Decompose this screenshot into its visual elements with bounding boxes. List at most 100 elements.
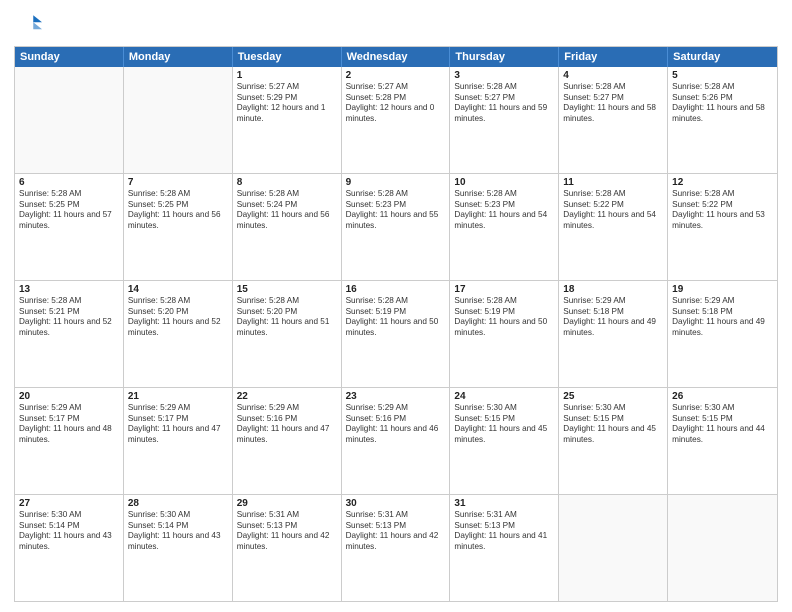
- calendar-cell: [124, 67, 233, 173]
- cell-info-line: Sunrise: 5:30 AM: [672, 403, 773, 414]
- day-number: 6: [19, 177, 119, 188]
- cell-info-line: Daylight: 11 hours and 43 minutes.: [19, 531, 119, 552]
- cell-info-line: Sunrise: 5:28 AM: [128, 296, 228, 307]
- cell-info-line: Sunrise: 5:28 AM: [19, 189, 119, 200]
- cell-info-line: Daylight: 11 hours and 48 minutes.: [19, 424, 119, 445]
- cell-info-line: Sunrise: 5:30 AM: [454, 403, 554, 414]
- cell-info-line: Sunrise: 5:28 AM: [672, 189, 773, 200]
- cell-info-line: Daylight: 11 hours and 57 minutes.: [19, 210, 119, 231]
- cell-info-line: Daylight: 11 hours and 50 minutes.: [346, 317, 446, 338]
- day-number: 31: [454, 498, 554, 509]
- cell-info-line: Sunrise: 5:29 AM: [19, 403, 119, 414]
- cell-info-line: Sunset: 5:20 PM: [128, 307, 228, 318]
- cell-info-line: Sunset: 5:20 PM: [237, 307, 337, 318]
- cell-info-line: Sunrise: 5:30 AM: [19, 510, 119, 521]
- cell-info-line: Daylight: 11 hours and 47 minutes.: [237, 424, 337, 445]
- day-number: 14: [128, 284, 228, 295]
- cell-info-line: Sunrise: 5:28 AM: [19, 296, 119, 307]
- cell-info-line: Sunset: 5:23 PM: [454, 200, 554, 211]
- calendar-cell: [559, 495, 668, 601]
- calendar-row: 13Sunrise: 5:28 AMSunset: 5:21 PMDayligh…: [15, 280, 777, 387]
- cell-info-line: Daylight: 11 hours and 46 minutes.: [346, 424, 446, 445]
- cell-info-line: Daylight: 11 hours and 45 minutes.: [563, 424, 663, 445]
- cell-info-line: Sunrise: 5:29 AM: [672, 296, 773, 307]
- day-number: 26: [672, 391, 773, 402]
- calendar-cell: 31Sunrise: 5:31 AMSunset: 5:13 PMDayligh…: [450, 495, 559, 601]
- cell-info-line: Daylight: 12 hours and 0 minutes.: [346, 103, 446, 124]
- calendar-cell: 10Sunrise: 5:28 AMSunset: 5:23 PMDayligh…: [450, 174, 559, 280]
- calendar-cell: 13Sunrise: 5:28 AMSunset: 5:21 PMDayligh…: [15, 281, 124, 387]
- cell-info-line: Sunset: 5:19 PM: [346, 307, 446, 318]
- cell-info-line: Daylight: 11 hours and 47 minutes.: [128, 424, 228, 445]
- page-header: [14, 10, 778, 38]
- cell-info-line: Daylight: 11 hours and 59 minutes.: [454, 103, 554, 124]
- day-number: 2: [346, 70, 446, 81]
- cell-info-line: Daylight: 11 hours and 49 minutes.: [563, 317, 663, 338]
- day-number: 28: [128, 498, 228, 509]
- day-number: 27: [19, 498, 119, 509]
- cell-info-line: Daylight: 11 hours and 45 minutes.: [454, 424, 554, 445]
- day-number: 17: [454, 284, 554, 295]
- cell-info-line: Sunrise: 5:28 AM: [672, 82, 773, 93]
- cell-info-line: Daylight: 11 hours and 42 minutes.: [346, 531, 446, 552]
- cell-info-line: Sunset: 5:25 PM: [128, 200, 228, 211]
- header-day-monday: Monday: [124, 47, 233, 67]
- day-number: 15: [237, 284, 337, 295]
- logo: [14, 10, 46, 38]
- cell-info-line: Daylight: 11 hours and 54 minutes.: [454, 210, 554, 231]
- cell-info-line: Daylight: 11 hours and 44 minutes.: [672, 424, 773, 445]
- calendar-cell: 9Sunrise: 5:28 AMSunset: 5:23 PMDaylight…: [342, 174, 451, 280]
- calendar-cell: 2Sunrise: 5:27 AMSunset: 5:28 PMDaylight…: [342, 67, 451, 173]
- header-day-sunday: Sunday: [15, 47, 124, 67]
- cell-info-line: Sunset: 5:26 PM: [672, 93, 773, 104]
- day-number: 7: [128, 177, 228, 188]
- cell-info-line: Sunrise: 5:30 AM: [128, 510, 228, 521]
- calendar-cell: 27Sunrise: 5:30 AMSunset: 5:14 PMDayligh…: [15, 495, 124, 601]
- cell-info-line: Sunset: 5:17 PM: [19, 414, 119, 425]
- cell-info-line: Sunrise: 5:28 AM: [346, 296, 446, 307]
- cell-info-line: Sunset: 5:19 PM: [454, 307, 554, 318]
- header-day-friday: Friday: [559, 47, 668, 67]
- calendar-cell: 3Sunrise: 5:28 AMSunset: 5:27 PMDaylight…: [450, 67, 559, 173]
- cell-info-line: Sunset: 5:29 PM: [237, 93, 337, 104]
- day-number: 9: [346, 177, 446, 188]
- cell-info-line: Sunrise: 5:28 AM: [237, 296, 337, 307]
- calendar-cell: [15, 67, 124, 173]
- cell-info-line: Daylight: 11 hours and 41 minutes.: [454, 531, 554, 552]
- header-day-thursday: Thursday: [450, 47, 559, 67]
- day-number: 10: [454, 177, 554, 188]
- calendar-cell: 24Sunrise: 5:30 AMSunset: 5:15 PMDayligh…: [450, 388, 559, 494]
- cell-info-line: Sunset: 5:22 PM: [672, 200, 773, 211]
- cell-info-line: Sunset: 5:23 PM: [346, 200, 446, 211]
- cell-info-line: Sunset: 5:25 PM: [19, 200, 119, 211]
- cell-info-line: Sunrise: 5:28 AM: [454, 82, 554, 93]
- cell-info-line: Sunset: 5:24 PM: [237, 200, 337, 211]
- calendar-row: 27Sunrise: 5:30 AMSunset: 5:14 PMDayligh…: [15, 494, 777, 601]
- calendar-cell: 7Sunrise: 5:28 AMSunset: 5:25 PMDaylight…: [124, 174, 233, 280]
- calendar-cell: 19Sunrise: 5:29 AMSunset: 5:18 PMDayligh…: [668, 281, 777, 387]
- cell-info-line: Sunset: 5:22 PM: [563, 200, 663, 211]
- calendar-cell: 30Sunrise: 5:31 AMSunset: 5:13 PMDayligh…: [342, 495, 451, 601]
- cell-info-line: Sunrise: 5:29 AM: [563, 296, 663, 307]
- calendar-cell: 15Sunrise: 5:28 AMSunset: 5:20 PMDayligh…: [233, 281, 342, 387]
- cell-info-line: Daylight: 11 hours and 49 minutes.: [672, 317, 773, 338]
- day-number: 20: [19, 391, 119, 402]
- day-number: 18: [563, 284, 663, 295]
- calendar-cell: 20Sunrise: 5:29 AMSunset: 5:17 PMDayligh…: [15, 388, 124, 494]
- cell-info-line: Sunrise: 5:28 AM: [237, 189, 337, 200]
- calendar-row: 6Sunrise: 5:28 AMSunset: 5:25 PMDaylight…: [15, 173, 777, 280]
- cell-info-line: Daylight: 11 hours and 42 minutes.: [237, 531, 337, 552]
- calendar-cell: 18Sunrise: 5:29 AMSunset: 5:18 PMDayligh…: [559, 281, 668, 387]
- calendar-cell: 29Sunrise: 5:31 AMSunset: 5:13 PMDayligh…: [233, 495, 342, 601]
- day-number: 29: [237, 498, 337, 509]
- cell-info-line: Daylight: 11 hours and 56 minutes.: [128, 210, 228, 231]
- cell-info-line: Sunset: 5:18 PM: [563, 307, 663, 318]
- cell-info-line: Sunset: 5:14 PM: [19, 521, 119, 532]
- calendar-cell: 8Sunrise: 5:28 AMSunset: 5:24 PMDaylight…: [233, 174, 342, 280]
- header-day-saturday: Saturday: [668, 47, 777, 67]
- cell-info-line: Sunset: 5:27 PM: [454, 93, 554, 104]
- cell-info-line: Sunrise: 5:31 AM: [237, 510, 337, 521]
- calendar: SundayMondayTuesdayWednesdayThursdayFrid…: [14, 46, 778, 602]
- cell-info-line: Sunrise: 5:28 AM: [454, 189, 554, 200]
- day-number: 1: [237, 70, 337, 81]
